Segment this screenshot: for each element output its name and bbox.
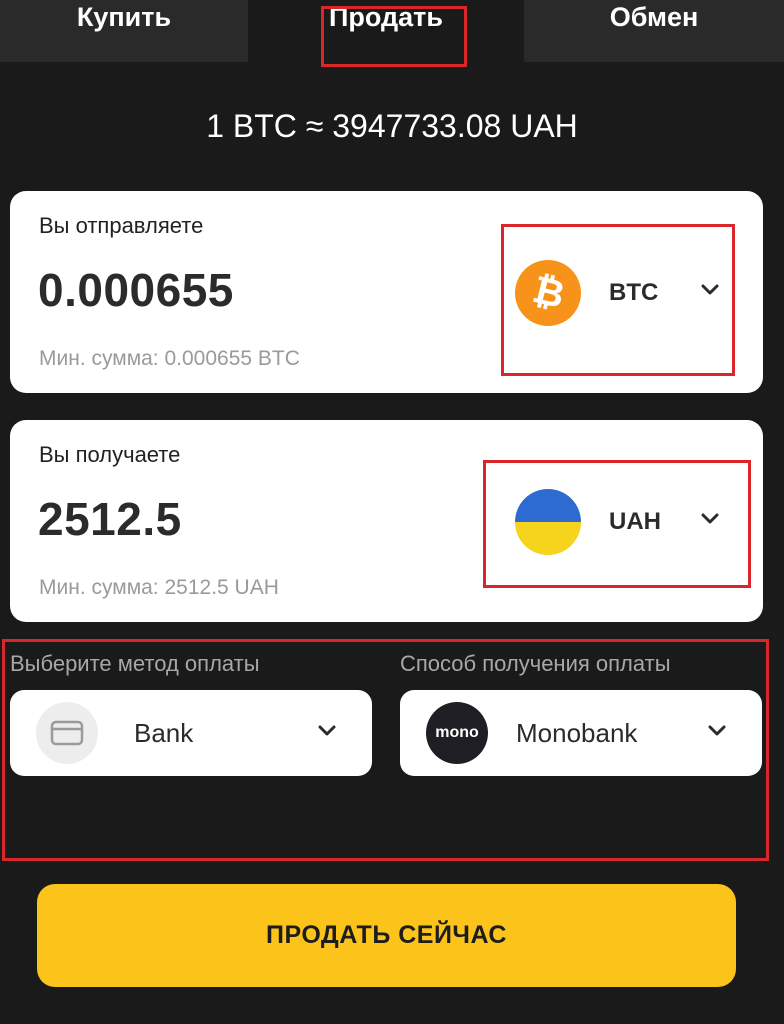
payout-method-label: Способ получения оплаты: [400, 651, 671, 676]
payment-method-value: Bank: [134, 717, 194, 748]
ukraine-flag-icon: [515, 489, 581, 555]
receive-min-amount: Мин. сумма: 2512.5 UAH: [39, 576, 279, 599]
tab-bar: Купить Продать Обмен: [0, 0, 784, 62]
send-min-amount: Мин. сумма: 0.000655 BTC: [39, 347, 300, 370]
receive-label: Вы получаете: [39, 442, 181, 467]
receive-currency-code: UAH: [609, 508, 661, 535]
tab-buy[interactable]: Купить: [0, 0, 248, 62]
send-card: Вы отправляете 0.000655 Мин. сумма: 0.00…: [10, 191, 763, 393]
send-amount-input[interactable]: 0.000655: [38, 263, 234, 317]
card-icon: [36, 702, 98, 764]
send-currency-code: BTC: [609, 279, 659, 306]
receive-currency-select[interactable]: UAH: [515, 487, 735, 557]
payout-method-value: Monobank: [516, 717, 638, 748]
payout-method-select[interactable]: mono Monobank: [400, 690, 762, 776]
bitcoin-icon: ₿: [515, 260, 581, 326]
tab-exchange[interactable]: Обмен: [524, 0, 784, 62]
send-currency-select[interactable]: ₿ BTC: [515, 258, 735, 328]
payment-method-select[interactable]: Bank: [10, 690, 372, 776]
receive-card: Вы получаете 2512.5 Мин. сумма: 2512.5 U…: [10, 420, 763, 622]
exchange-rate: 1 BTC ≈ 3947733.08 UAH: [206, 108, 578, 144]
tab-sell[interactable]: Продать: [248, 0, 524, 62]
chevron-down-icon: [318, 724, 336, 742]
bitcoin-symbol: ₿: [528, 268, 569, 317]
payment-method-label: Выберите метод оплаты: [10, 651, 260, 676]
monobank-logo-icon: mono: [426, 702, 488, 764]
sell-now-button[interactable]: ПРОДАТЬ СЕЙЧАС: [37, 884, 736, 987]
send-label: Вы отправляете: [39, 213, 204, 238]
chevron-down-icon: [701, 284, 719, 302]
receive-amount-input[interactable]: 2512.5: [38, 492, 182, 546]
chevron-down-icon: [708, 724, 726, 742]
chevron-down-icon: [701, 513, 719, 531]
